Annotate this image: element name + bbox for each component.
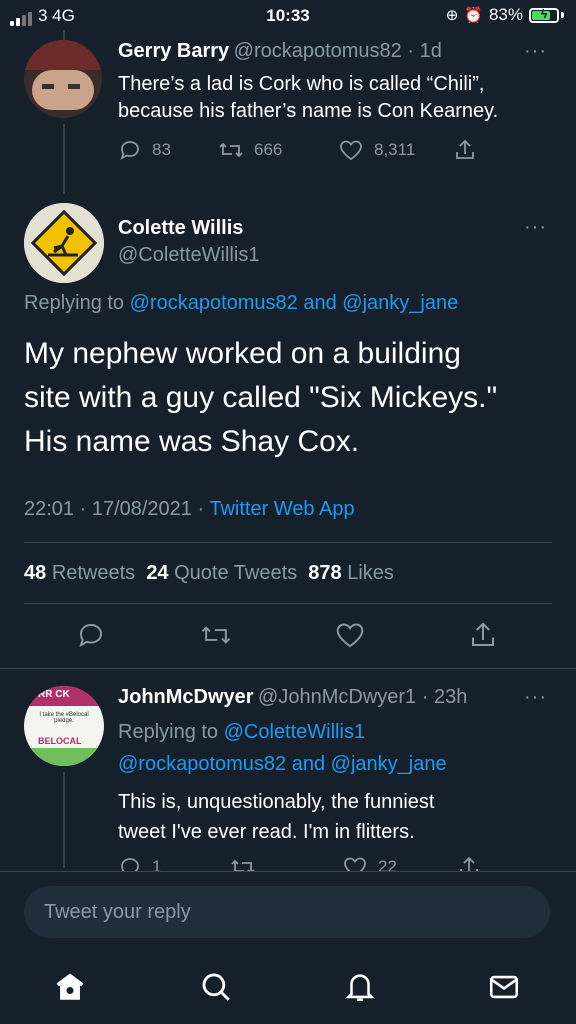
avatar-gerry-barry[interactable] (24, 40, 102, 118)
retweet-icon (219, 142, 243, 158)
home-icon (56, 973, 84, 1000)
tweet-text: My nephew worked on a building site with… (24, 337, 498, 458)
tweet-text: There’s a lad is Cork who is called “Chi… (118, 73, 499, 122)
reply-composer[interactable] (24, 886, 550, 938)
share-button[interactable] (453, 138, 477, 162)
author-handle[interactable]: @rockapotomus82 · 1d (234, 40, 442, 62)
avatar-logo-text: BELOCAL (38, 736, 82, 746)
like-icon (340, 140, 362, 161)
replying-to: Replying to @ColetteWillis1 @rockapotomu… (118, 721, 447, 775)
reply-button[interactable]: 1 (118, 855, 230, 871)
status-bar: 3 4G 10:33 ⊕ ⏰ 83% ϟ (0, 0, 576, 34)
warning-sign-icon (24, 203, 104, 283)
like-icon[interactable] (334, 620, 366, 650)
location-lock-icon: ⊕ (445, 7, 459, 24)
thread-line (63, 124, 65, 194)
status-right: ⊕ ⏰ 83% ϟ (446, 5, 564, 25)
divider (24, 542, 552, 543)
author-name[interactable]: Colette Willis (118, 217, 259, 240)
like-count: 8,311 (374, 140, 416, 159)
author-handle[interactable]: @JohnMcDwyer1 · 23h (258, 686, 467, 708)
reply-icon (121, 858, 139, 871)
mention-link[interactable]: @rockapotomus82 (118, 753, 286, 775)
thread-line-top (63, 30, 65, 40)
tweet-text: This is, unquestionably, the funniest tw… (118, 791, 435, 843)
messages-icon (489, 975, 519, 999)
retweet-icon (231, 859, 255, 871)
author-name[interactable]: Gerry Barry (118, 40, 229, 62)
reply-input[interactable] (24, 886, 550, 938)
likes-stat[interactable]: 878 Likes (308, 562, 394, 584)
alarm-icon: ⏰ (464, 7, 483, 24)
tweet-stats: 48 Retweets 24 Quote Tweets 878 Likes (24, 562, 394, 585)
author-name[interactable]: JohnMcDwyer (118, 686, 254, 708)
divider (0, 668, 576, 669)
mention-link[interactable]: @ColetteWillis1 (224, 721, 365, 743)
quote-tweets-stat[interactable]: 24 Quote Tweets (146, 562, 297, 584)
notifications-icon (345, 974, 375, 1002)
avatar-johnmcdwyer[interactable]: RR CK I take the #Belocal pledge. BELOCA… (24, 686, 104, 766)
reply-icon[interactable] (76, 620, 106, 650)
mention-link[interactable]: @rockapotomus82 (130, 292, 298, 314)
like-button[interactable]: 22 (342, 855, 457, 871)
bottom-nav (0, 945, 576, 1024)
share-icon (456, 139, 474, 159)
composer-divider (0, 871, 576, 872)
like-icon (344, 857, 366, 871)
more-options-icon[interactable]: ··· (524, 686, 547, 709)
tweet-timestamp: 22:01 · 17/08/2021 · Twitter Web App (24, 498, 355, 520)
share-icon (460, 856, 478, 871)
more-options-icon[interactable]: ··· (524, 216, 547, 239)
reply-button[interactable]: 83 (118, 138, 218, 162)
main-tweet-actions (0, 618, 576, 658)
nav-home[interactable] (50, 967, 90, 1007)
reply-icon (120, 141, 139, 160)
avatar-top-text: RR CK (38, 689, 70, 700)
nav-notifications[interactable] (340, 967, 380, 1007)
more-options-icon[interactable]: ··· (524, 40, 547, 63)
reply-actions-clipped: 1 22 (0, 855, 576, 871)
reply-count: 83 (152, 140, 171, 159)
retweet-button[interactable] (230, 855, 342, 871)
nav-messages[interactable] (484, 967, 524, 1007)
avatar-pledge-text: I take the #Belocal pledge. (39, 712, 89, 724)
thread-line (63, 772, 65, 868)
like-button[interactable]: 8,311 (338, 138, 453, 162)
nav-search[interactable] (196, 967, 236, 1007)
tweet-source[interactable]: Twitter Web App (209, 498, 354, 520)
share-button[interactable] (457, 855, 481, 871)
retweets-stat[interactable]: 48 Retweets (24, 562, 135, 584)
battery-icon: ϟ (529, 7, 559, 23)
mention-link[interactable]: @janky_jane (331, 753, 447, 775)
replying-to: Replying to @rockapotomus82 and @janky_j… (24, 292, 459, 314)
retweet-button[interactable]: 666 (218, 138, 338, 162)
like-count: 22 (378, 857, 397, 871)
divider (24, 603, 552, 604)
tweet-actions: 83 666 8,311 (118, 138, 477, 162)
mention-link[interactable]: @janky_jane (342, 292, 458, 314)
avatar-colette-willis[interactable] (24, 203, 104, 283)
battery-percent: 83% (488, 5, 523, 24)
retweet-icon[interactable] (200, 620, 232, 650)
retweet-count: 666 (254, 140, 283, 159)
reply-count: 1 (152, 857, 162, 871)
search-icon (202, 973, 230, 1001)
author-handle[interactable]: @ColetteWillis1 (118, 244, 259, 267)
share-icon[interactable] (468, 620, 498, 650)
